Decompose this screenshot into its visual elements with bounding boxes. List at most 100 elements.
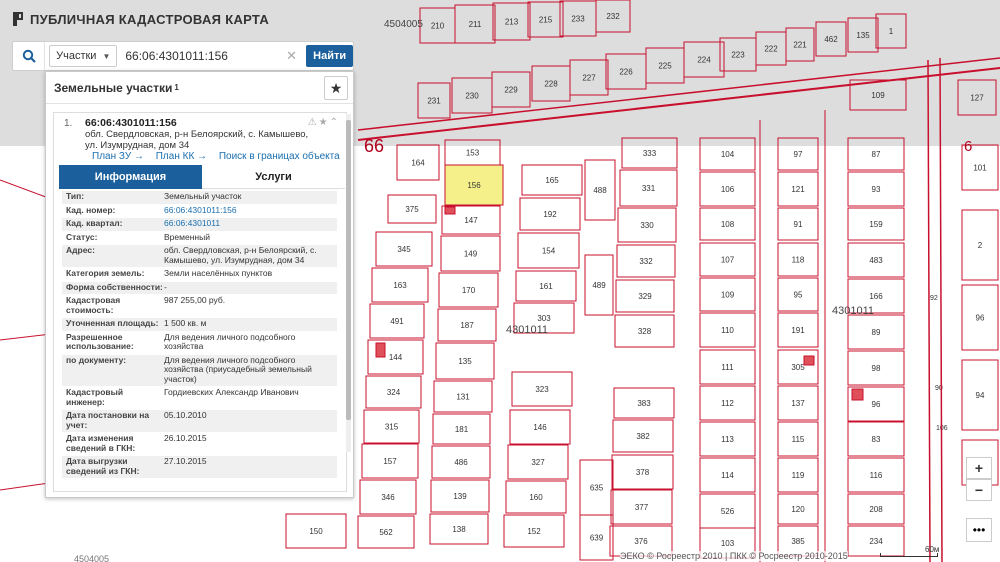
- parcel-label: 153: [466, 149, 480, 158]
- info-row: Кад. номер: 66:06:4301011:156: [62, 204, 337, 218]
- panel-count: 1: [174, 83, 179, 92]
- info-row: по документу: Для ведения личного подсобн…: [62, 354, 337, 387]
- parcel-label: 152: [527, 527, 541, 536]
- road-line: [939, 57, 943, 562]
- parcel-label: 127: [970, 94, 984, 103]
- info-row: Кадастровая стоимость: 987 255,00 руб.: [62, 295, 337, 318]
- info-value: 987 255,00 руб.: [164, 295, 226, 305]
- parcel-label: 233: [571, 15, 585, 24]
- parcel-label: 108: [721, 220, 735, 229]
- parcel-label: 159: [869, 220, 883, 229]
- parcel-label: 377: [635, 503, 649, 512]
- more-button[interactable]: •••: [966, 518, 992, 542]
- block-label: 4504005: [74, 554, 109, 562]
- block-label: 4301011: [506, 324, 548, 336]
- parcel-label: 112: [721, 399, 734, 408]
- parcel-label: 91: [794, 220, 803, 229]
- clear-icon[interactable]: ✕: [281, 48, 302, 64]
- parcel-label: 222: [764, 45, 778, 54]
- parcel-label: 106: [721, 185, 735, 194]
- parcel-label: 192: [543, 210, 557, 219]
- tab-services[interactable]: Услуги: [202, 165, 345, 189]
- parcel-label: 154: [542, 247, 556, 256]
- result-index: 1.: [64, 118, 73, 129]
- search-type-label: Участки: [56, 50, 97, 62]
- parcel-label: 231: [427, 97, 441, 106]
- info-row: Дата выгрузки сведений из ГКН: 27.10.2015: [62, 456, 337, 479]
- parcel-label: 226: [619, 68, 633, 77]
- info-value: Земельный участок: [164, 191, 242, 201]
- road-line: [927, 59, 931, 562]
- parcel-label: 139: [453, 492, 467, 501]
- parcel-label: 137: [791, 399, 805, 408]
- link-plan-kk[interactable]: План КК →: [156, 151, 207, 162]
- zoom-control: + −: [966, 457, 992, 501]
- info-key: Кадастровый инженер:: [66, 387, 124, 407]
- parcel-label: 211: [469, 20, 482, 29]
- structure-marker: [803, 355, 815, 366]
- parcel-label: 107: [721, 256, 735, 265]
- result-cad-number[interactable]: 66:06:4301011:156: [85, 117, 177, 129]
- parcel-label: 526: [721, 507, 735, 516]
- zoom-out-button[interactable]: −: [966, 479, 992, 501]
- search-type-select[interactable]: Участки ▼: [49, 45, 118, 67]
- scale-label: 60м: [925, 545, 940, 554]
- info-value: Для ведения личного подсобного хозяйства: [164, 331, 296, 351]
- parcel-label: 165: [545, 176, 559, 185]
- zoom-in-button[interactable]: +: [966, 457, 992, 479]
- info-value: 27.10.2015: [164, 456, 207, 466]
- parcel-label: 315: [385, 423, 399, 432]
- parcel-label: 227: [582, 74, 596, 83]
- parcel-label: 486: [454, 458, 468, 467]
- info-key: Дата постановки на учет:: [66, 410, 150, 430]
- info-value: 05.10.2010: [164, 410, 207, 420]
- info-row: Категория земель: Земли населённых пункто…: [62, 268, 337, 282]
- result-tabs: Информация Услуги: [59, 165, 345, 189]
- result-actions-icon[interactable]: ⚠★⌃: [308, 117, 340, 128]
- tab-info[interactable]: Информация: [59, 165, 202, 189]
- parcel-label: 150: [309, 527, 323, 536]
- parcel-label: 208: [869, 505, 883, 514]
- parcel-label: 375: [405, 205, 419, 214]
- info-value[interactable]: 66:06:4301011:156: [164, 205, 337, 216]
- road-line: [357, 67, 1000, 141]
- info-table: Тип: Земельный участок Кад. номер: 66:06:43…: [62, 191, 337, 479]
- info-value[interactable]: 66:06:4301011: [164, 218, 337, 229]
- search-icon: [22, 49, 36, 63]
- info-row: Дата постановки на учет: 05.10.2010: [62, 410, 337, 433]
- info-value: Временный: [164, 231, 210, 242]
- parcel-label: 383: [637, 399, 651, 408]
- result-card: 1. 66:06:4301011:156 ⚠★⌃ обл. Свердловск…: [53, 112, 347, 492]
- search-button[interactable]: [13, 42, 46, 70]
- structure-marker: [851, 388, 864, 401]
- info-key: Статус:: [66, 231, 98, 242]
- link-plan-zu[interactable]: План ЗУ →: [92, 151, 144, 162]
- parcel-label: 324: [387, 388, 401, 397]
- parcel-label: 223: [731, 51, 745, 60]
- parcel-label: 228: [544, 80, 558, 89]
- parcel-label: 376: [634, 537, 648, 546]
- info-row: Статус: Временный: [62, 231, 337, 245]
- road-line: [357, 57, 1000, 131]
- info-key: Кад. номер:: [66, 204, 116, 215]
- parcel-label: 118: [792, 256, 805, 265]
- info-value: -: [164, 281, 167, 292]
- parcel-label: 378: [636, 468, 650, 477]
- parcel-label: 113: [721, 435, 734, 444]
- parcel-label: 166: [869, 292, 883, 301]
- parcel-label: 93: [872, 185, 881, 194]
- find-button[interactable]: Найти: [306, 45, 353, 67]
- parcel-label: 119: [792, 471, 805, 480]
- parcel-label: 170: [462, 286, 476, 295]
- map-viewport[interactable]: 153 156 147 149 170 187 135 131 181 486 139 138 164 3…: [0, 0, 1000, 562]
- parcel-label: 382: [636, 432, 650, 441]
- parcel-label: 230: [465, 92, 479, 101]
- search-input[interactable]: [125, 49, 281, 63]
- info-row: Тип: Земельный участок: [62, 191, 337, 205]
- parcel-label: 215: [539, 16, 553, 25]
- parcel-label: 330: [640, 221, 654, 230]
- info-key: Категория земель:: [66, 268, 145, 278]
- favorite-star-icon[interactable]: ★: [324, 76, 348, 100]
- parcel-label: 345: [397, 245, 411, 254]
- scrollbar-thumb[interactable]: [346, 120, 351, 420]
